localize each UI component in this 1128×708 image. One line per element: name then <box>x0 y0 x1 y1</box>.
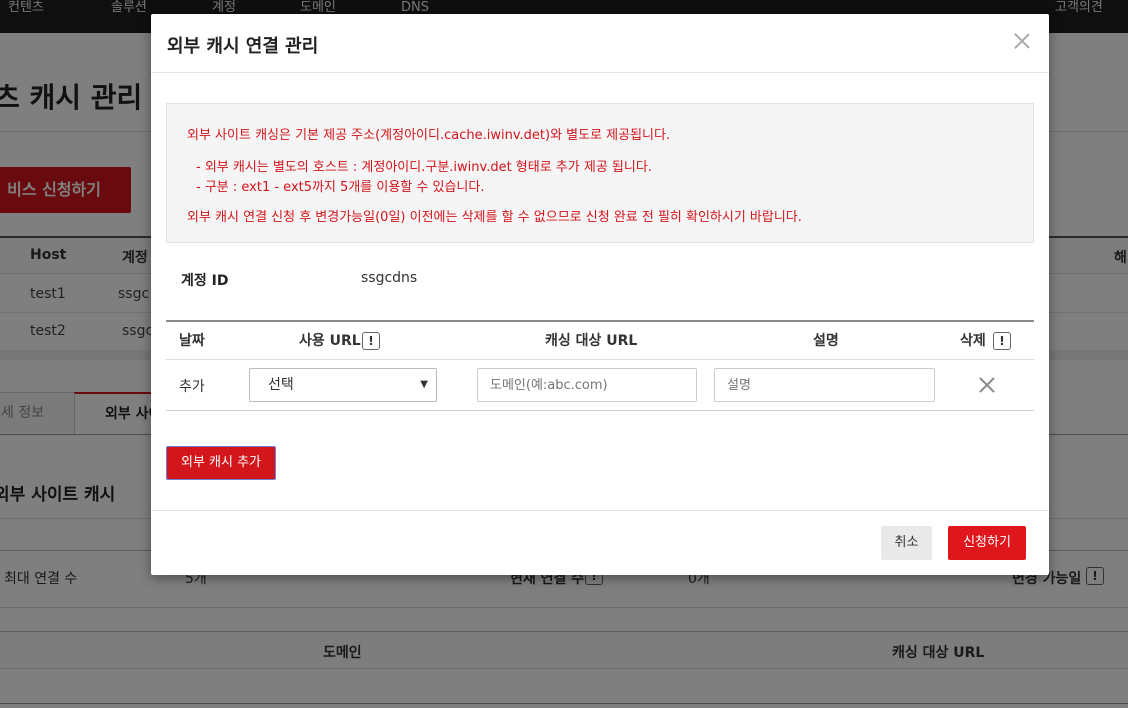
column-header-delete: 삭제 <box>960 333 986 349</box>
notice-line: 외부 캐시 연결 신청 후 변경가능일(0일) 이전에는 삭제를 할 수 없으므… <box>187 210 802 225</box>
column-header-url: 사용 URL <box>299 333 361 349</box>
add-external-cache-button[interactable]: 외부 캐시 추가 <box>166 446 276 480</box>
notice-box: 외부 사이트 캐싱은 기본 제공 주소(계정아이디.cache.iwinv.de… <box>166 103 1034 243</box>
column-header-target-url: 캐싱 대상 URL <box>545 333 638 349</box>
account-id-value: ssgcdns <box>361 270 418 286</box>
info-badge-icon[interactable]: ! <box>993 330 1011 352</box>
column-header-description: 설명 <box>813 333 839 349</box>
domain-input[interactable] <box>477 368 697 402</box>
header-divider <box>166 359 1034 360</box>
column-header-date: 날짜 <box>179 333 205 349</box>
notice-line: - 외부 캐시는 별도의 호스트 : 계정아이디.구분.iwinv.det 형태… <box>196 160 652 175</box>
row-label: 추가 <box>179 379 205 395</box>
table-top-border <box>166 320 1034 322</box>
notice-line: 외부 사이트 캐싱은 기본 제공 주소(계정아이디.cache.iwinv.de… <box>187 128 671 143</box>
divider <box>151 510 1049 511</box>
submit-button[interactable]: 신청하기 <box>948 526 1026 560</box>
url-select-value: 선택 <box>268 377 294 393</box>
url-select[interactable]: 선택 ▼ <box>249 368 437 402</box>
cancel-button[interactable]: 취소 <box>881 526 932 560</box>
modal-title: 외부 캐시 연결 관리 <box>167 36 319 57</box>
info-badge-icon[interactable]: ! <box>362 330 380 352</box>
external-cache-modal: 외부 캐시 연결 관리 외부 사이트 캐싱은 기본 제공 주소(계정아이디.ca… <box>151 14 1049 575</box>
row-divider <box>166 410 1034 411</box>
description-input[interactable] <box>714 368 935 402</box>
delete-row-icon[interactable] <box>977 375 997 395</box>
divider <box>151 72 1049 73</box>
close-icon[interactable] <box>1011 30 1033 52</box>
account-id-label: 계정 ID <box>181 273 229 289</box>
notice-line: - 구분 : ext1 - ext5까지 5개를 이용할 수 있습니다. <box>196 180 485 195</box>
chevron-down-icon: ▼ <box>420 379 428 390</box>
